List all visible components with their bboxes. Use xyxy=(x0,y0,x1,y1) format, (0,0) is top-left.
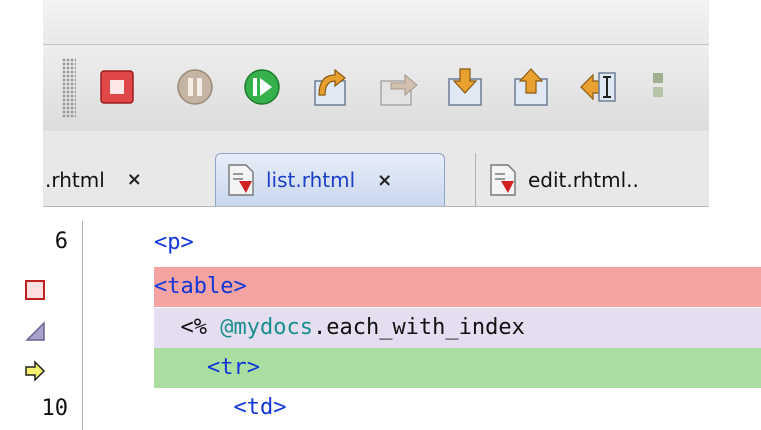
toolbar-overflow-icon xyxy=(653,73,663,97)
program-counter-icon xyxy=(25,360,46,382)
rhtml-file-icon xyxy=(228,164,254,196)
run-to-cursor-button[interactable] xyxy=(577,65,621,109)
breakpoint-icon[interactable] xyxy=(24,279,46,301)
step-over-expression-icon xyxy=(380,73,418,106)
gutter-line-10[interactable]: 10 xyxy=(0,390,82,430)
window-top-strip xyxy=(43,0,709,44)
run-to-cursor-icon xyxy=(580,72,616,102)
code-token: <% xyxy=(180,315,221,340)
code-token: <td> xyxy=(233,395,287,420)
pause-button[interactable] xyxy=(173,65,217,109)
code-token: <tr> xyxy=(206,355,260,380)
close-icon[interactable]: × xyxy=(377,170,392,191)
continue-button[interactable] xyxy=(240,65,284,109)
code-token: .each_with_index xyxy=(312,315,525,340)
tab-rhtml[interactable]: .rhtml × xyxy=(43,153,215,206)
tab-label: list.rhtml xyxy=(266,168,356,192)
gutter-line-8[interactable] xyxy=(0,310,82,350)
code-line-current[interactable]: <tr> xyxy=(154,348,761,388)
line-number-gutter[interactable]: 6 10 xyxy=(0,221,83,430)
line-number: 6 xyxy=(54,229,68,254)
step-into-button[interactable] xyxy=(443,65,487,109)
disabled-breakpoint-icon[interactable] xyxy=(24,320,46,342)
step-over-expression-button[interactable] xyxy=(377,65,421,109)
code-editor[interactable]: 6 10 <p> <table> <% @mydocs.each_with_in… xyxy=(0,221,761,430)
line-number: 10 xyxy=(41,396,69,421)
code-token: <p> xyxy=(154,230,194,255)
code-line[interactable]: <td> xyxy=(154,388,761,428)
tab-list-rhtml[interactable]: list.rhtml × xyxy=(215,153,445,206)
tab-edit-rhtml[interactable]: edit.rhtml.. xyxy=(475,153,709,206)
gutter-line-6[interactable]: 6 xyxy=(0,223,82,263)
code-token: <table> xyxy=(154,274,247,299)
gutter-line-9[interactable] xyxy=(0,350,82,390)
stop-button[interactable] xyxy=(95,65,139,109)
debug-toolbar xyxy=(43,44,709,132)
step-out-icon xyxy=(514,68,548,106)
step-out-button[interactable] xyxy=(509,65,553,109)
step-over-icon xyxy=(314,68,346,106)
tab-label: .rhtml xyxy=(45,167,105,192)
close-icon[interactable]: × xyxy=(127,169,142,190)
toolbar-drag-handle[interactable] xyxy=(62,58,76,118)
editor-tab-bar: .rhtml × list.rhtml × edit.rhtml.. xyxy=(43,131,709,207)
code-line[interactable]: <p> xyxy=(154,223,761,263)
gutter-line-7[interactable] xyxy=(0,269,82,309)
code-token: @mydocs xyxy=(220,315,313,340)
overflow-toolbar-button[interactable] xyxy=(647,65,669,109)
rhtml-file-icon xyxy=(490,163,516,196)
pause-icon xyxy=(177,69,213,105)
tab-label: edit.rhtml.. xyxy=(528,167,639,192)
code-line-breakpoint[interactable]: <table> xyxy=(154,267,761,307)
step-over-button[interactable] xyxy=(309,65,353,109)
stop-icon xyxy=(100,70,134,104)
step-into-icon xyxy=(448,68,482,106)
continue-icon xyxy=(244,69,280,105)
code-line-disabled-breakpoint[interactable]: <% @mydocs.each_with_index xyxy=(154,308,761,348)
